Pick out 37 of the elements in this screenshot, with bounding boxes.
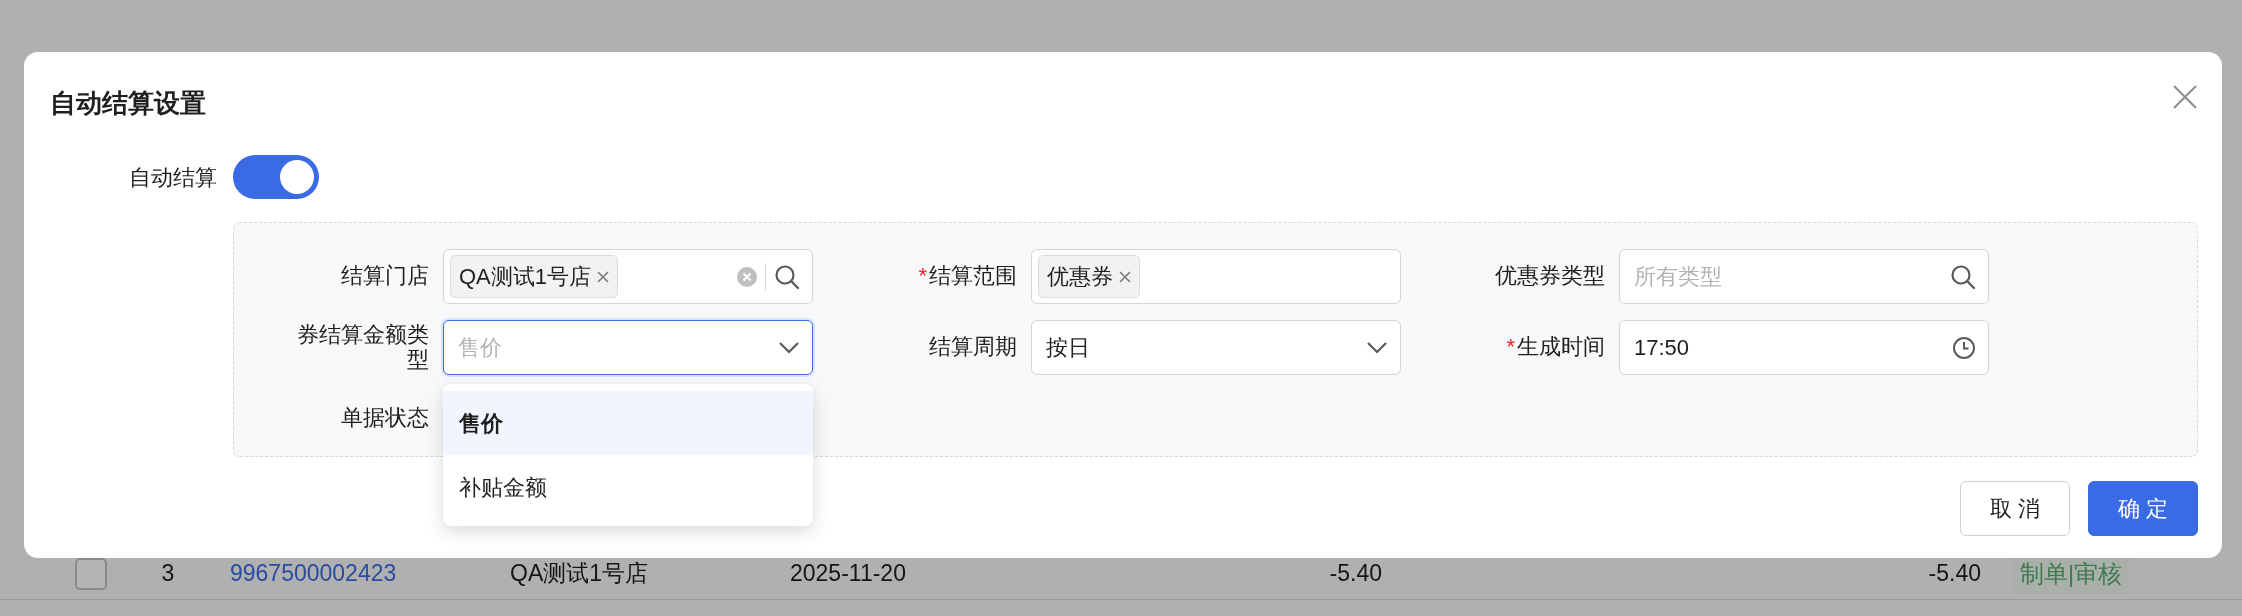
toggle-switch[interactable]	[233, 155, 319, 199]
confirm-button[interactable]: 确 定	[2088, 481, 2198, 536]
row-number: 3	[160, 559, 176, 589]
close-icon[interactable]	[2172, 84, 2198, 110]
remove-icon[interactable]	[597, 270, 610, 283]
dialog-title: 自动结算设置	[50, 87, 206, 120]
clock-icon[interactable]	[1952, 335, 1976, 360]
field-label: 优惠券类型	[1494, 264, 1606, 289]
chevron-down-icon[interactable]	[1366, 340, 1388, 355]
required-mark: *	[1506, 334, 1515, 360]
field-label: 单据状态	[340, 406, 430, 431]
row-checkbox[interactable]	[75, 557, 107, 590]
store-select-field[interactable]: QA测试1号店	[443, 249, 813, 304]
table-cell-text: -5.40	[1328, 559, 1382, 589]
dropdown-option[interactable]: 补贴金额	[443, 455, 813, 519]
field-label: 结算范围	[929, 263, 1017, 289]
tag-select-field[interactable]: 优惠券	[1031, 249, 1401, 304]
field-label: 结算门店	[340, 264, 430, 289]
cancel-button[interactable]: 取 消	[1960, 481, 2070, 536]
table-cell-text: 2025-11-20	[790, 559, 907, 589]
field-label: 券结算金额类型	[296, 323, 430, 372]
field-label: 自动结算	[128, 163, 218, 192]
table-cell-text: QA测试1号店	[510, 559, 650, 589]
selected-tag[interactable]: QA测试1号店	[450, 255, 619, 298]
selected-tag[interactable]: 优惠券	[1038, 255, 1140, 298]
field-label: 结算周期	[928, 335, 1018, 360]
required-mark: *	[918, 263, 927, 289]
document-link[interactable]: 9967500002423	[230, 556, 510, 591]
search-icon[interactable]	[774, 263, 800, 290]
table-cell-text: -5.40	[1927, 559, 1981, 589]
dropdown-option[interactable]: 售价	[443, 391, 813, 455]
remove-icon[interactable]	[1119, 270, 1131, 283]
time-field[interactable]: 17:50	[1619, 320, 1989, 375]
field-label: 生成时间	[1517, 334, 1605, 360]
select-field[interactable]: 按日	[1031, 320, 1401, 375]
search-icon[interactable]	[1950, 263, 1976, 290]
chevron-down-icon[interactable]	[778, 340, 800, 355]
